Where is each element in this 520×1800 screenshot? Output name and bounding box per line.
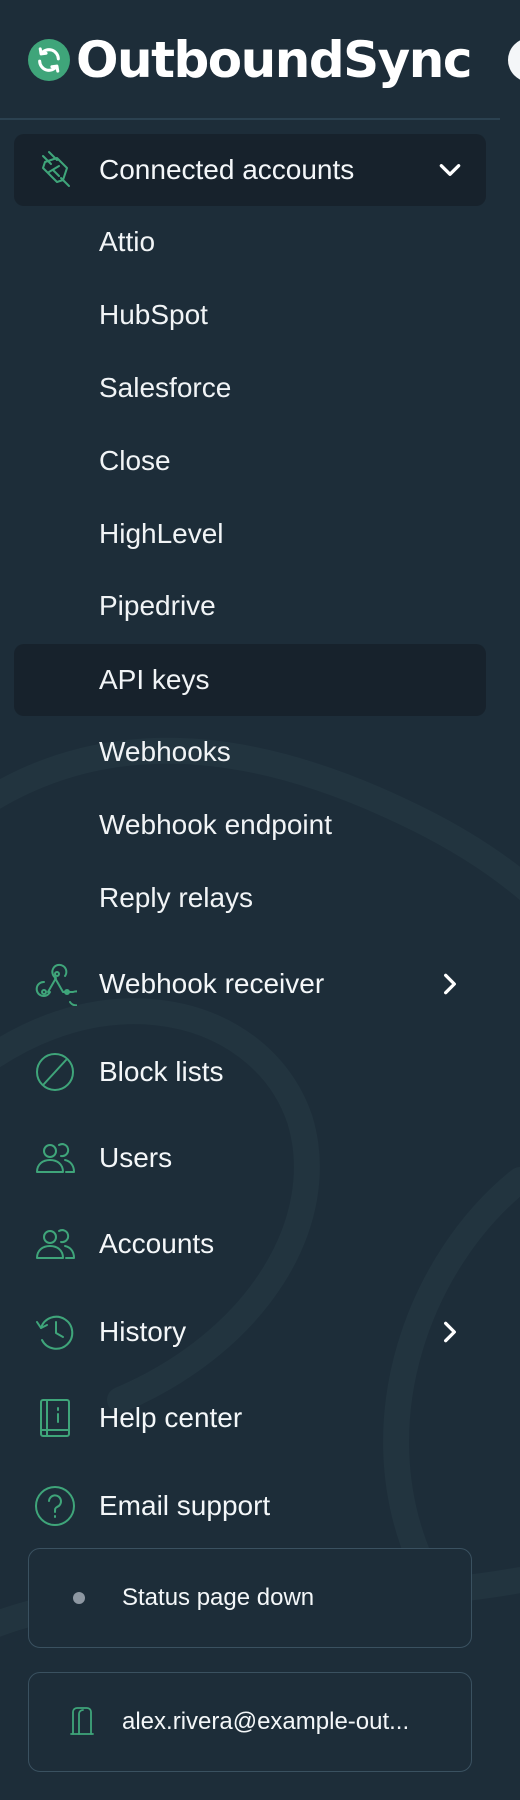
nav-accounts-label: Accounts xyxy=(99,1228,215,1259)
brand-name: OutboundSync xyxy=(76,31,472,89)
nav-history[interactable]: History xyxy=(14,1296,486,1368)
chevron-down-icon[interactable] xyxy=(436,156,464,184)
nav-connected-accounts[interactable]: Connected accounts xyxy=(14,134,486,206)
nav-webhook-receiver-label: Webhook receiver xyxy=(99,968,325,999)
nav-help-center-label: Help center xyxy=(99,1402,243,1433)
nav-webhook-receiver[interactable]: Webhook receiver xyxy=(14,948,486,1020)
nav-help-center[interactable]: Help center xyxy=(14,1382,486,1454)
status-text: Status page down xyxy=(122,1584,315,1611)
accounts-icon xyxy=(32,1221,78,1267)
chevron-right-icon[interactable] xyxy=(436,970,464,998)
status-card[interactable]: Status page down xyxy=(28,1548,472,1648)
subnav-item-label: Pipedrive xyxy=(99,590,216,621)
subnav-item-close[interactable]: Close xyxy=(14,425,486,497)
subnav-item-pipedrive[interactable]: Pipedrive xyxy=(14,570,486,642)
brand[interactable]: OutboundSync xyxy=(28,28,472,92)
subnav-item-reply-relays[interactable]: Reply relays xyxy=(14,862,486,934)
plug-icon xyxy=(32,147,78,193)
collapse-toggle-button[interactable] xyxy=(508,38,520,82)
webhook-icon xyxy=(32,961,78,1007)
subnav-item-label: API keys xyxy=(99,664,210,695)
door-icon xyxy=(65,1704,101,1740)
user-email: alex.rivera@example-out... xyxy=(122,1708,410,1735)
subnav-item-salesforce[interactable]: Salesforce xyxy=(14,352,486,424)
sidebar: OutboundSync Connected accounts Attio Hu… xyxy=(0,0,520,1800)
subnav-item-label: Salesforce xyxy=(99,372,232,403)
nav-users[interactable]: Users xyxy=(14,1122,486,1194)
subnav-item-label: Close xyxy=(99,445,171,476)
subnav-item-label: Attio xyxy=(99,226,156,257)
status-dot xyxy=(73,1592,85,1604)
nav-email-support-label: Email support xyxy=(99,1490,271,1521)
subnav-item-api-keys[interactable]: API keys xyxy=(14,644,486,716)
chevron-right-icon[interactable] xyxy=(436,1318,464,1346)
history-icon xyxy=(32,1309,78,1355)
subnav-item-attio[interactable]: Attio xyxy=(14,206,486,278)
nav-email-support[interactable]: Email support xyxy=(14,1470,486,1542)
book-icon xyxy=(32,1395,78,1441)
nav-accounts[interactable]: Accounts xyxy=(14,1208,486,1280)
subnav-item-webhooks[interactable]: Webhooks xyxy=(14,716,486,788)
header-divider xyxy=(0,118,500,120)
user-card[interactable]: alex.rivera@example-out... xyxy=(28,1672,472,1772)
help-circle-icon xyxy=(32,1483,78,1529)
nav-block-lists[interactable]: Block lists xyxy=(14,1036,486,1108)
nav-users-label: Users xyxy=(99,1142,173,1173)
nav-connected-accounts-label: Connected accounts xyxy=(99,154,355,185)
nav-block-lists-label: Block lists xyxy=(99,1056,224,1087)
subnav-item-label: HubSpot xyxy=(99,299,208,330)
subnav-item-highlevel[interactable]: HighLevel xyxy=(14,498,486,570)
nav-history-label: History xyxy=(99,1316,187,1347)
subnav-item-label: Webhooks xyxy=(99,736,231,767)
subnav-item-webhook-endpoint[interactable]: Webhook endpoint xyxy=(14,789,486,861)
sync-logo-icon xyxy=(28,39,70,81)
subnav-item-hubspot[interactable]: HubSpot xyxy=(14,279,486,351)
subnav-item-label: Reply relays xyxy=(99,882,254,913)
subnav-item-label: HighLevel xyxy=(99,518,224,549)
block-icon xyxy=(32,1049,78,1095)
users-icon xyxy=(32,1135,78,1181)
subnav-item-label: Webhook endpoint xyxy=(99,809,332,840)
